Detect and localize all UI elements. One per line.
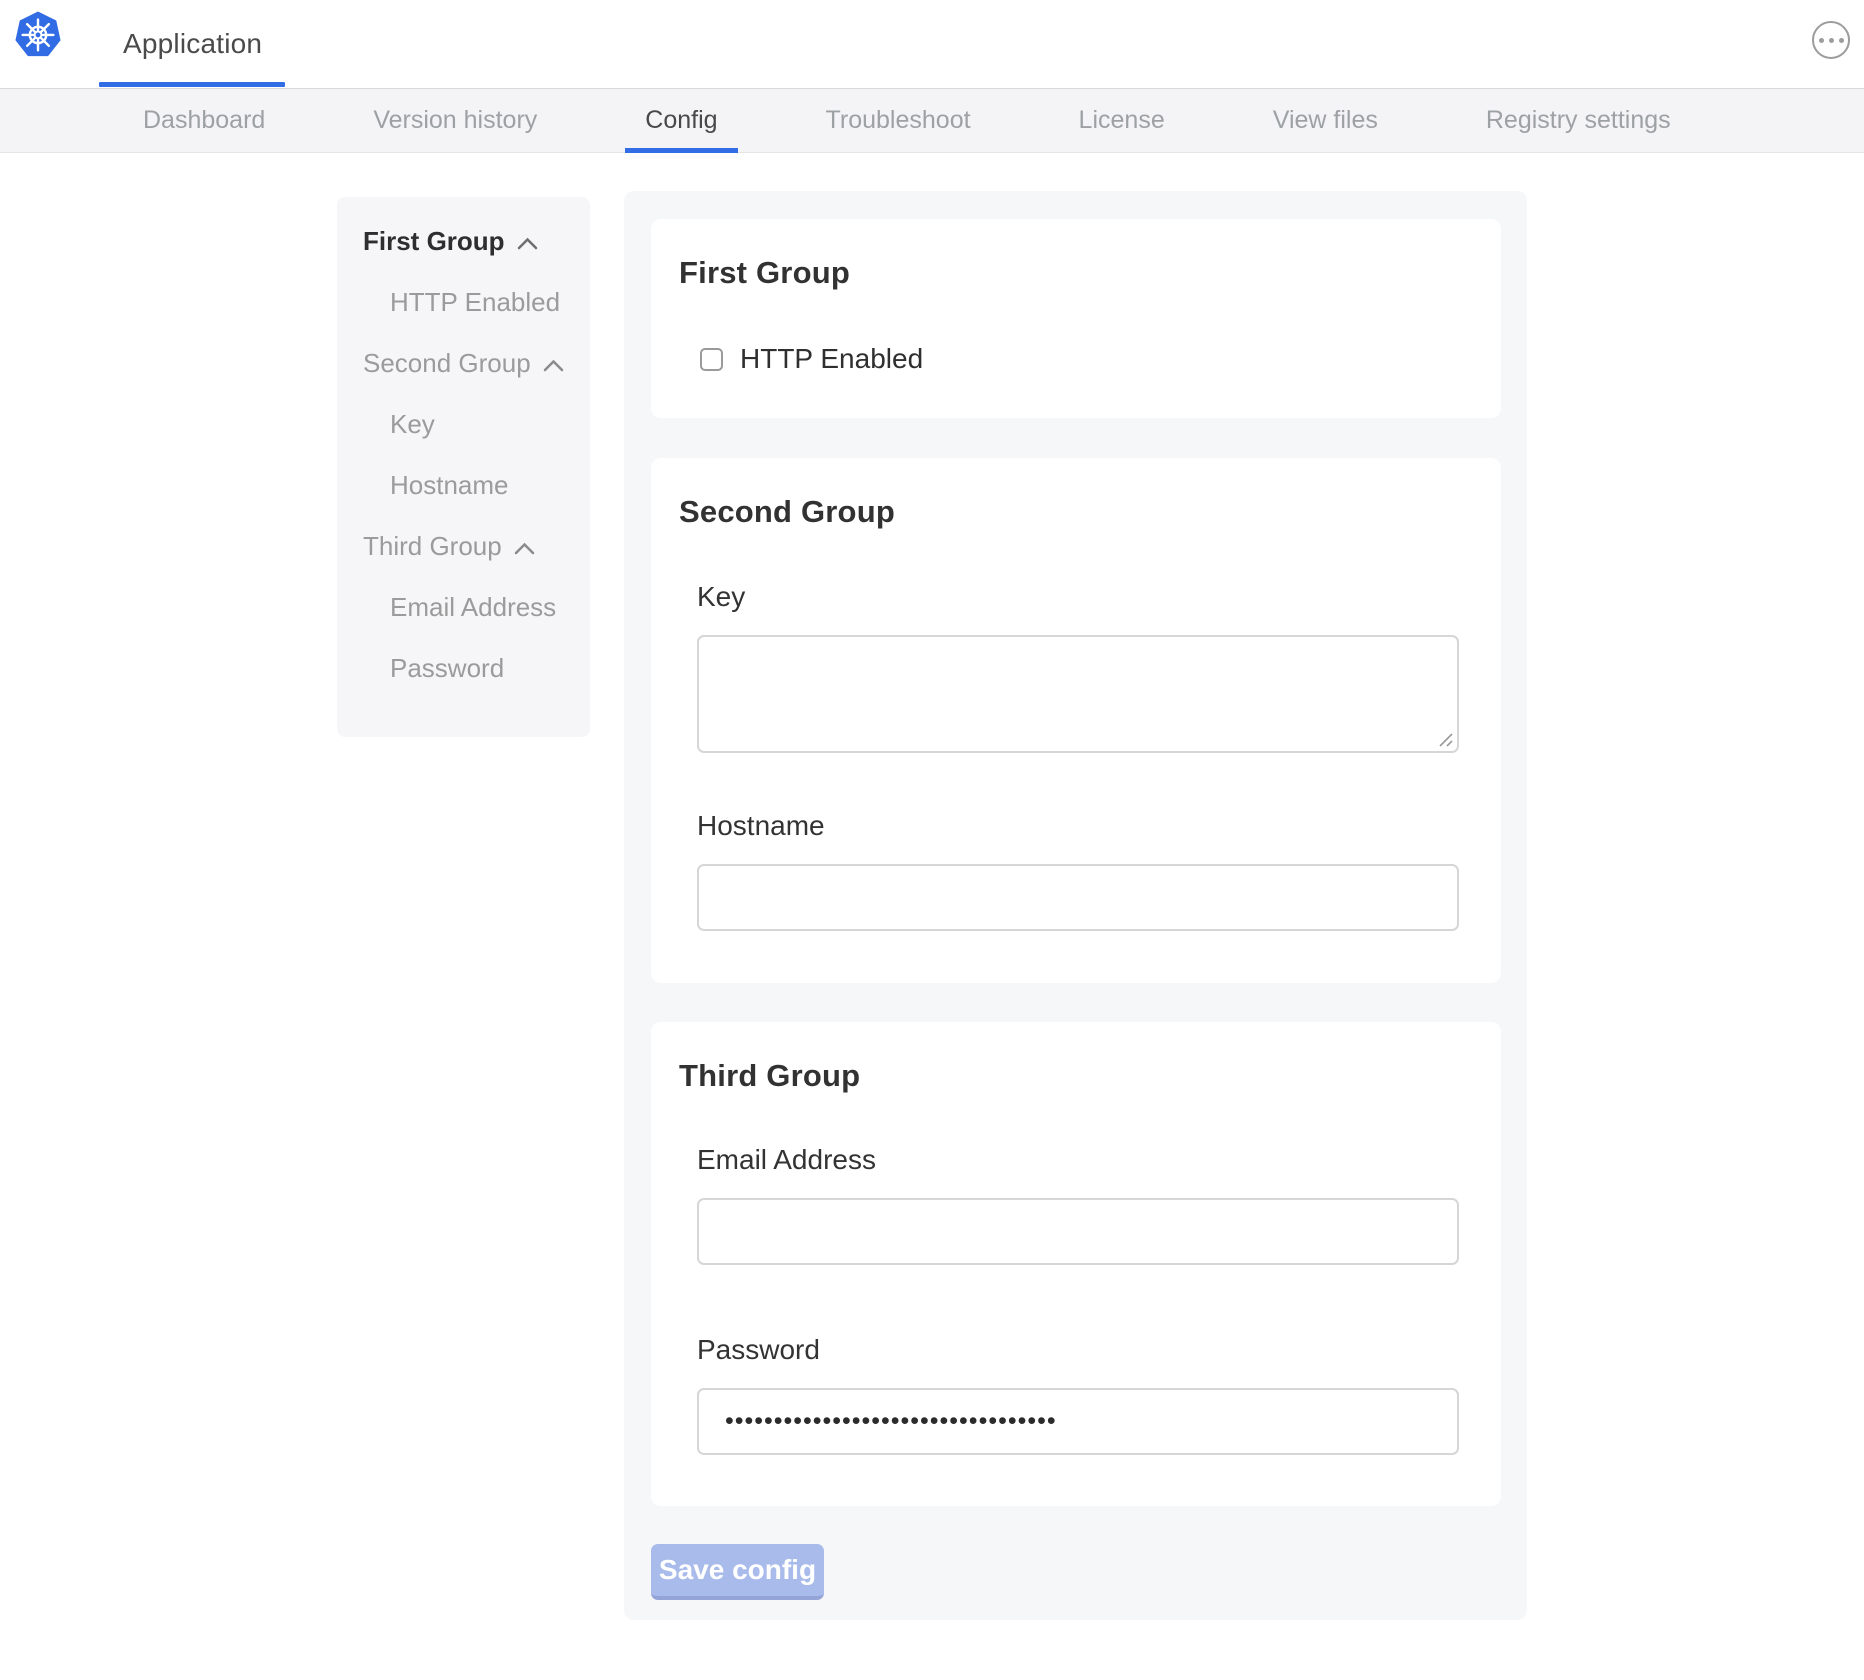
- sidebar-item-password[interactable]: Password: [337, 638, 590, 699]
- password-label: Password: [697, 1334, 820, 1366]
- config-group-card-third: Third Group Email Address Password: [651, 1022, 1501, 1506]
- app-header: Application: [0, 0, 1864, 88]
- tab-troubleshoot[interactable]: Troubleshoot: [806, 89, 991, 152]
- hostname-input[interactable]: [697, 864, 1459, 931]
- kubernetes-logo: [14, 10, 62, 58]
- app-nav-bar: Dashboard Version history Config Trouble…: [0, 88, 1864, 153]
- email-address-input[interactable]: [697, 1198, 1459, 1265]
- tab-config[interactable]: Config: [625, 89, 737, 152]
- chevron-up-icon: [517, 237, 538, 250]
- group-title: First Group: [679, 255, 850, 291]
- tab-view-files[interactable]: View files: [1253, 89, 1398, 152]
- key-label: Key: [697, 581, 745, 613]
- config-group-sidebar: First Group HTTP Enabled Second Group Ke…: [337, 197, 590, 737]
- app-tab-active-underline: [99, 82, 285, 87]
- key-textarea[interactable]: [697, 635, 1459, 753]
- tab-license[interactable]: License: [1059, 89, 1185, 152]
- sidebar-item-email-address[interactable]: Email Address: [337, 577, 590, 638]
- sidebar-item-key[interactable]: Key: [337, 394, 590, 455]
- group-title: Second Group: [679, 494, 895, 530]
- http-enabled-label: HTTP Enabled: [740, 343, 923, 375]
- sidebar-item-third-group[interactable]: Third Group: [337, 516, 590, 577]
- sidebar-item-http-enabled[interactable]: HTTP Enabled: [337, 272, 590, 333]
- http-enabled-checkbox[interactable]: [700, 348, 723, 371]
- resize-grip-icon[interactable]: [1437, 731, 1454, 753]
- email-address-label: Email Address: [697, 1144, 876, 1176]
- password-input[interactable]: [697, 1388, 1459, 1455]
- chevron-up-icon: [514, 542, 535, 555]
- config-group-card-second: Second Group Key Hostname: [651, 458, 1501, 983]
- sidebar-item-second-group[interactable]: Second Group: [337, 333, 590, 394]
- tab-registry-settings[interactable]: Registry settings: [1466, 89, 1691, 152]
- config-group-card-first: First Group HTTP Enabled: [651, 219, 1501, 418]
- tab-dashboard[interactable]: Dashboard: [123, 89, 285, 152]
- app-tab-label: Application: [123, 28, 262, 60]
- hostname-label: Hostname: [697, 810, 825, 842]
- chevron-up-icon: [543, 359, 564, 372]
- config-form-panel: First Group HTTP Enabled Second Group Ke…: [624, 191, 1527, 1620]
- ellipsis-menu-icon[interactable]: [1812, 21, 1850, 59]
- tab-version-history[interactable]: Version history: [353, 89, 557, 152]
- http-enabled-field[interactable]: HTTP Enabled: [700, 343, 923, 375]
- sidebar-item-hostname[interactable]: Hostname: [337, 455, 590, 516]
- sidebar-item-first-group[interactable]: First Group: [337, 211, 590, 272]
- group-title: Third Group: [679, 1058, 860, 1094]
- save-config-button[interactable]: Save config: [651, 1544, 824, 1600]
- app-tab[interactable]: Application: [99, 0, 286, 87]
